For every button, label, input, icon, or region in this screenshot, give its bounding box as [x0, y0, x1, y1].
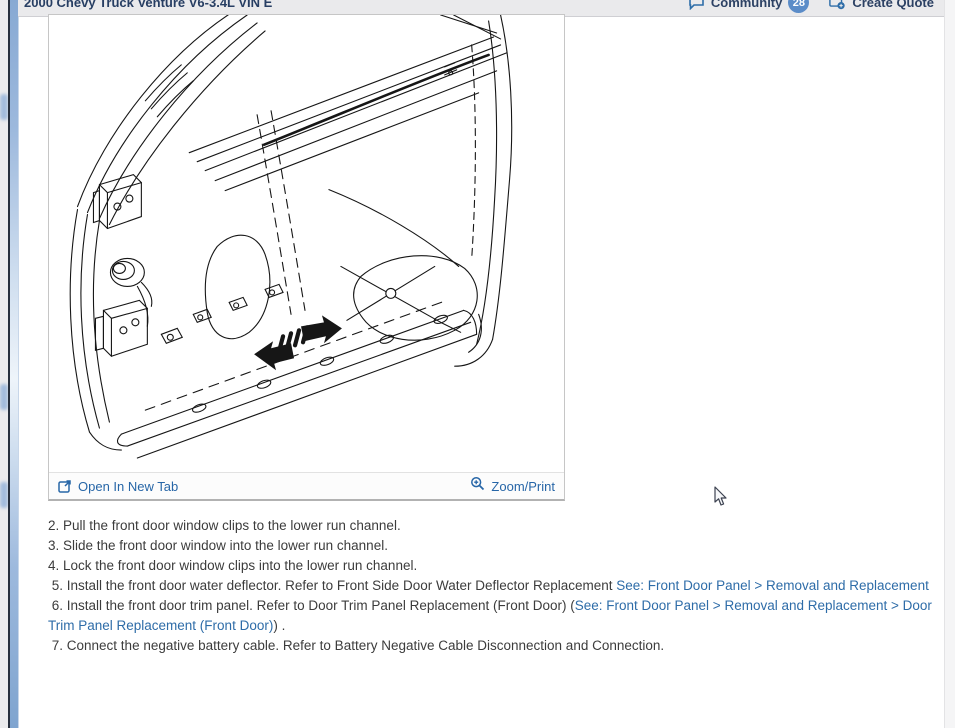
community-count-badge: 28 [788, 0, 809, 13]
step-6: 6. Install the front door trim panel. Re… [48, 596, 932, 636]
magnifier-plus-icon [470, 476, 485, 491]
open-in-new-tab-link[interactable]: Open In New Tab [58, 479, 178, 494]
step-text: 5. Install the front door water deflecto… [48, 578, 616, 593]
step-2: 2. Pull the front door window clips to t… [48, 516, 932, 536]
community-button[interactable]: Community 28 [688, 0, 810, 13]
zoom-print-link[interactable]: Zoom/Print [470, 476, 555, 496]
door-diagram [49, 15, 564, 472]
step-text: 2. Pull the front door window clips to t… [48, 518, 401, 533]
step-reference-link[interactable]: See: Front Door Panel > Removal and Repl… [616, 578, 929, 593]
zoom-print-label: Zoom/Print [491, 479, 555, 494]
create-quote-button[interactable]: Create Quote [829, 0, 934, 10]
open-in-new-tab-label: Open In New Tab [78, 479, 178, 494]
figure-container: Open In New Tab Zoom/Print [48, 14, 565, 501]
step-3: 3. Slide the front door window into the … [48, 536, 932, 556]
sidebar-splitter[interactable] [10, 0, 19, 728]
door-diagram-svg [49, 15, 564, 472]
step-text: 3. Slide the front door window into the … [48, 538, 388, 553]
step-text: ) . [273, 618, 285, 633]
step-text: 7. Connect the negative battery cable. R… [48, 638, 664, 653]
chat-bubble-icon [688, 0, 705, 10]
document-plus-icon [829, 0, 846, 10]
figure-toolbar: Open In New Tab Zoom/Print [49, 472, 564, 499]
step-text: 6. Install the front door trim panel. Re… [48, 598, 575, 613]
step-7: 7. Connect the negative battery cable. R… [48, 636, 932, 656]
step-5: 5. Install the front door water deflecto… [48, 576, 932, 596]
page-title: 2000 Chevy Truck Venture V6-3.4L VIN E [24, 0, 272, 10]
dock-tab-3[interactable] [0, 482, 8, 508]
create-quote-label: Create Quote [852, 0, 934, 10]
dock-tab-2[interactable] [0, 384, 8, 410]
left-dock-rail [0, 0, 8, 728]
dock-tab-1[interactable] [0, 94, 8, 120]
arrow-left [254, 341, 294, 370]
mouse-cursor [714, 486, 729, 512]
procedure-steps: 2. Pull the front door window clips to t… [48, 516, 932, 656]
step-text: 4. Lock the front door window clips into… [48, 558, 417, 573]
vertical-scrollbar[interactable] [944, 0, 955, 728]
open-in-new-tab-icon [58, 479, 72, 493]
community-label: Community [711, 0, 783, 10]
step-4: 4. Lock the front door window clips into… [48, 556, 932, 576]
arrow-right [301, 315, 342, 343]
